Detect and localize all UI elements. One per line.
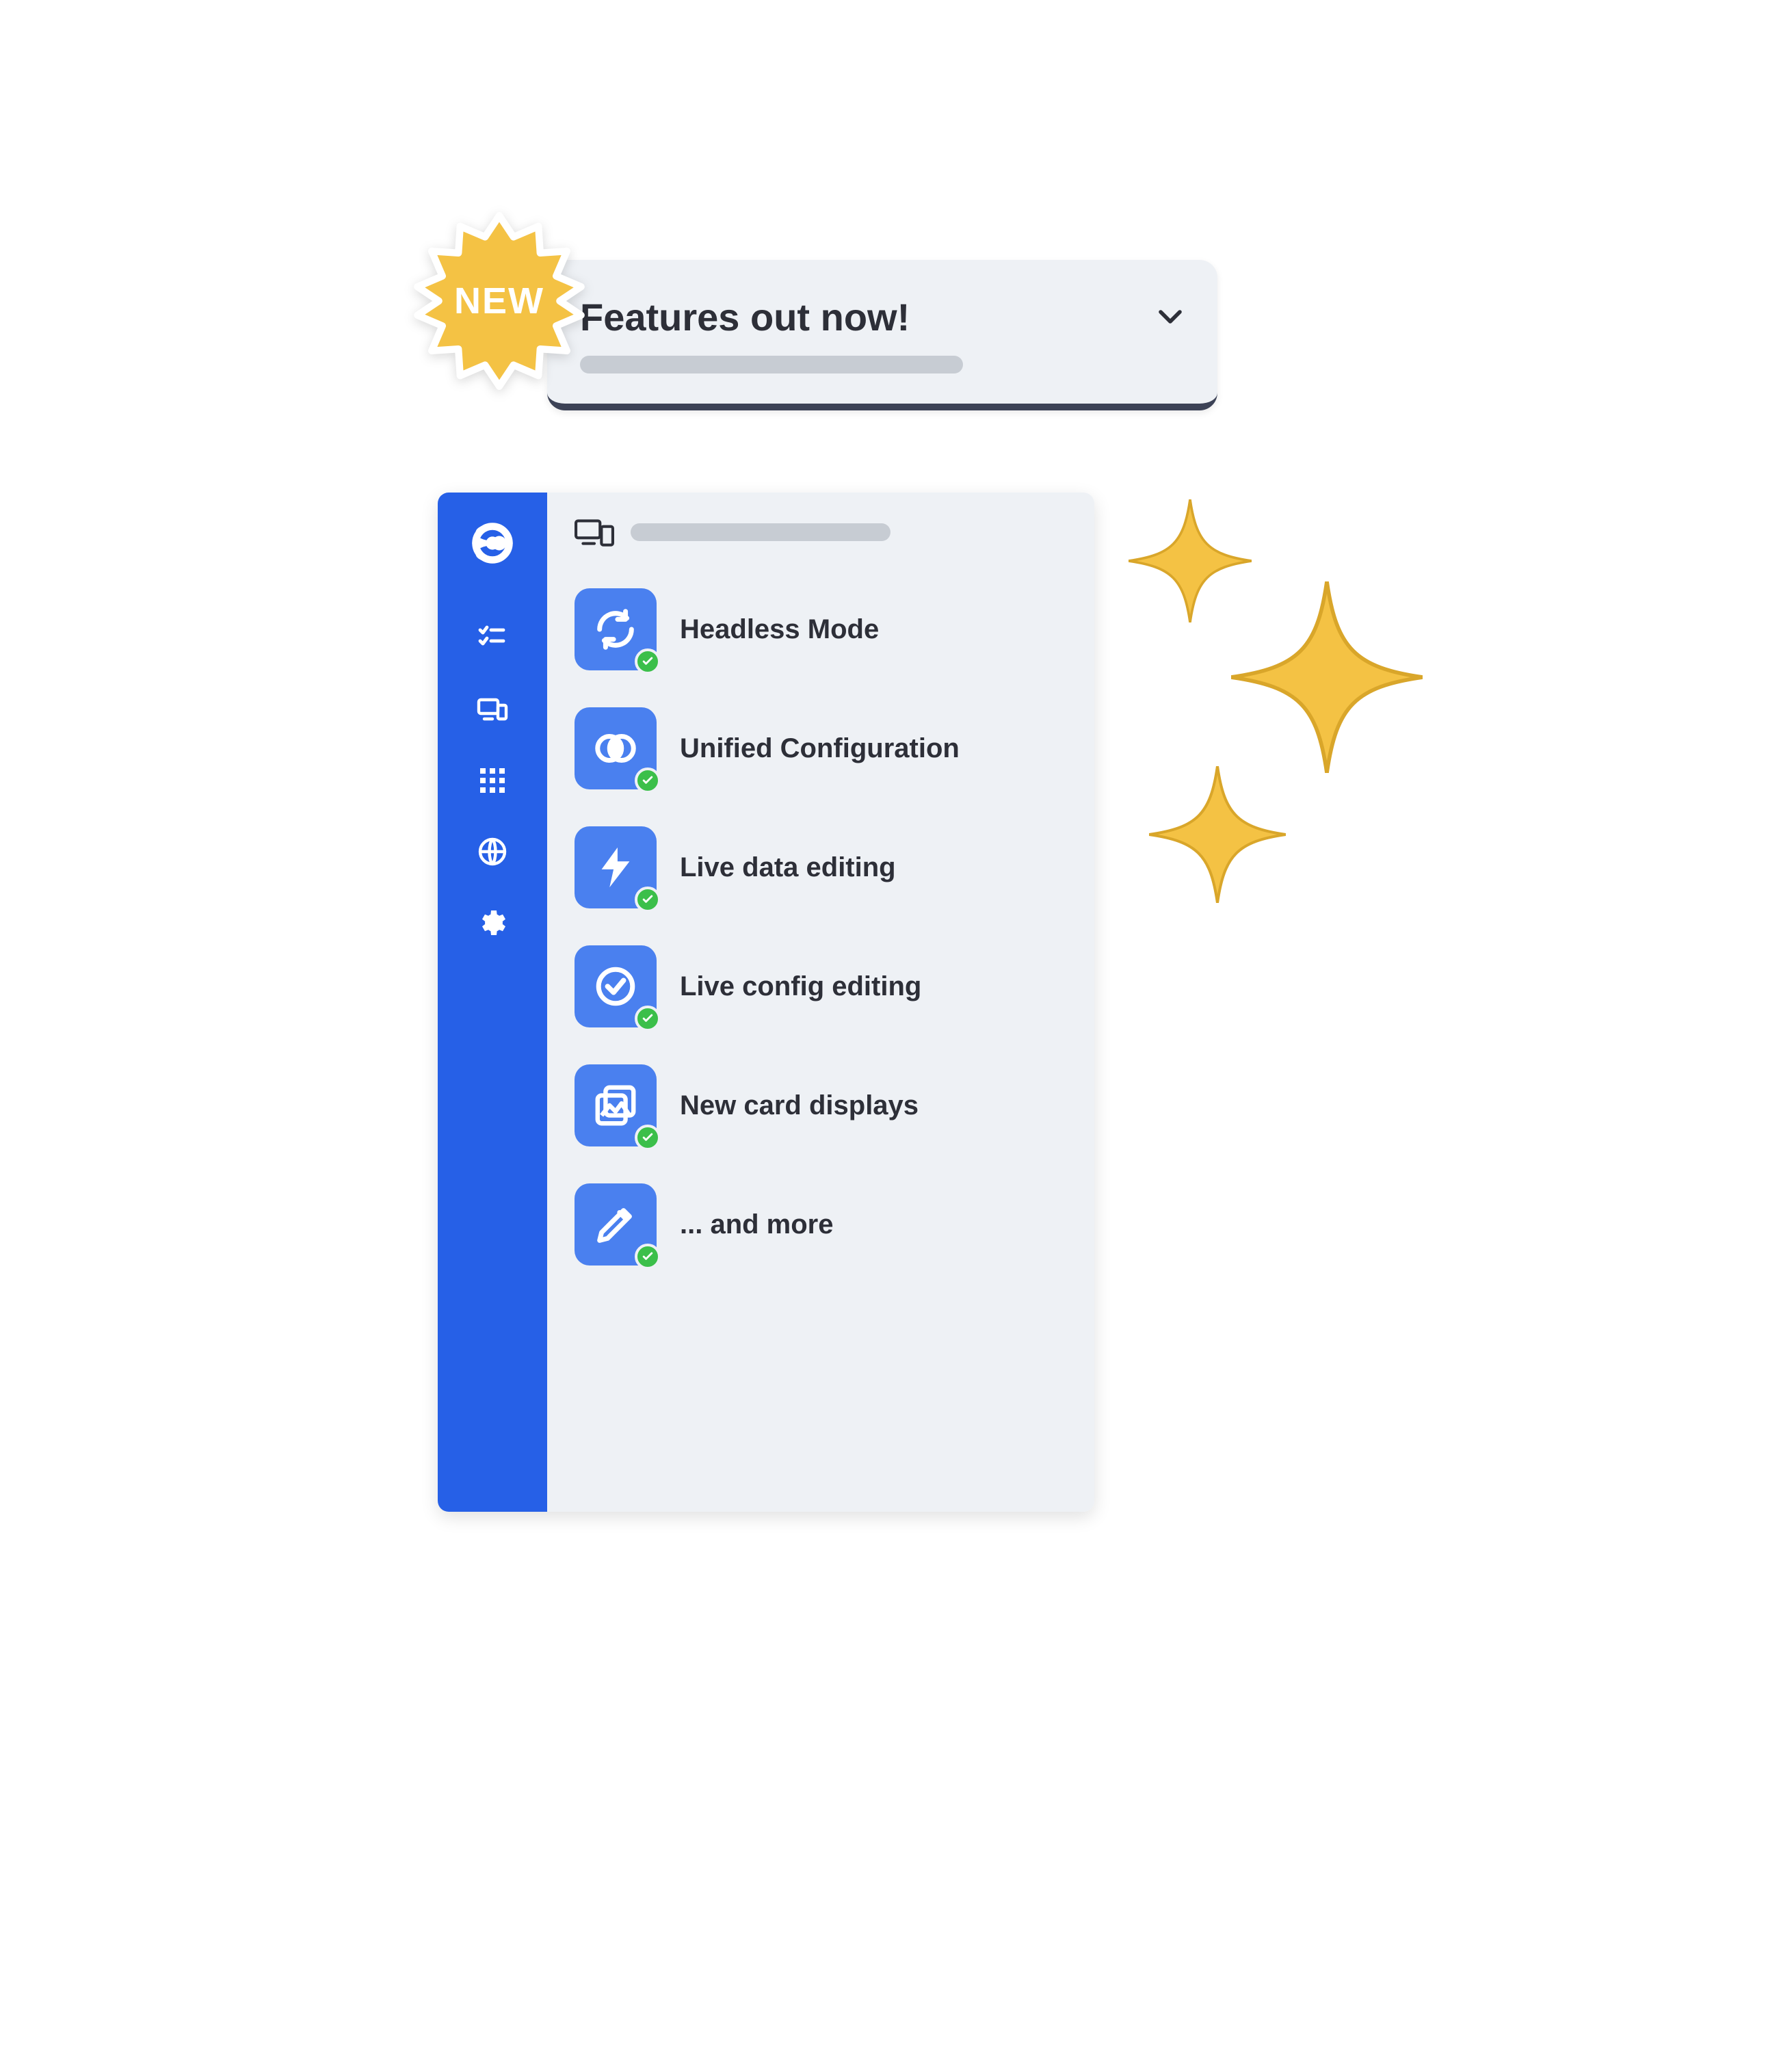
- feature-item-card-displays[interactable]: New card displays: [575, 1055, 1067, 1156]
- check-badge-icon: [635, 887, 661, 913]
- refresh-icon: [575, 588, 657, 670]
- feature-item-unified-config[interactable]: Unified Configuration: [575, 698, 1067, 799]
- feature-item-live-data[interactable]: Live data editing: [575, 817, 1067, 918]
- check-badge-icon: [635, 1006, 661, 1032]
- pencil-icon: [575, 1183, 657, 1266]
- sidebar-item-devices[interactable]: [471, 688, 514, 731]
- grid-icon: [476, 764, 509, 797]
- sparkle-icon: [1149, 766, 1286, 903]
- features-dropdown-title: Features out now!: [580, 295, 910, 339]
- features-dropdown-subtitle-placeholder: [580, 356, 963, 373]
- sidebar-item-globe[interactable]: [471, 830, 514, 873]
- check-badge-icon: [635, 768, 661, 794]
- new-badge-label: NEW: [454, 280, 544, 322]
- devices-icon: [575, 517, 614, 547]
- devices-icon: [476, 693, 509, 726]
- feature-item-label: ... and more: [680, 1209, 834, 1240]
- feature-item-label: Live config editing: [680, 971, 921, 1002]
- new-badge: NEW: [410, 212, 588, 390]
- features-list: Headless Mode Unified Configuration Live…: [547, 493, 1094, 1512]
- check-badge-icon: [635, 1244, 661, 1270]
- sidebar: [438, 493, 547, 1512]
- lightning-icon: [575, 826, 657, 908]
- sidebar-item-settings[interactable]: [471, 902, 514, 944]
- feature-item-label: Unified Configuration: [680, 733, 960, 764]
- feature-item-label: Live data editing: [680, 852, 896, 883]
- check-badge-icon: [635, 1125, 661, 1151]
- feature-item-headless-mode[interactable]: Headless Mode: [575, 579, 1067, 680]
- venn-icon: [575, 707, 657, 789]
- features-panel: Headless Mode Unified Configuration Live…: [438, 493, 1094, 1512]
- gear-icon: [476, 906, 509, 939]
- check-circle-icon: [575, 945, 657, 1027]
- features-list-title-placeholder: [631, 523, 890, 541]
- check-badge-icon: [635, 648, 661, 674]
- features-dropdown[interactable]: Features out now!: [547, 260, 1217, 410]
- sidebar-item-apps[interactable]: [471, 759, 514, 802]
- features-list-header: [575, 517, 1067, 547]
- sparkle-icon: [1231, 581, 1423, 773]
- app-logo-icon: [464, 514, 521, 572]
- sidebar-item-tasks[interactable]: [471, 617, 514, 659]
- feature-item-live-config[interactable]: Live config editing: [575, 936, 1067, 1037]
- feature-item-label: New card displays: [680, 1090, 919, 1121]
- checklist-icon: [476, 622, 509, 655]
- chevron-down-icon: [1156, 302, 1185, 331]
- image-stack-icon: [575, 1064, 657, 1146]
- globe-icon: [476, 835, 509, 868]
- feature-item-label: Headless Mode: [680, 614, 879, 645]
- feature-item-more[interactable]: ... and more: [575, 1174, 1067, 1275]
